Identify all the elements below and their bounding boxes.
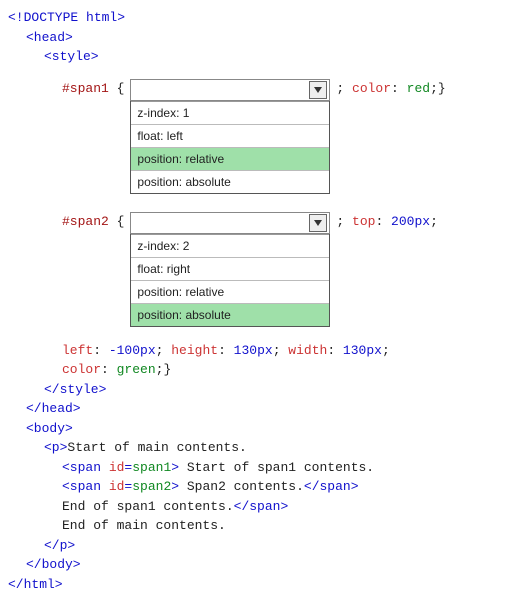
rule2-leading: #span2 { — [62, 212, 124, 232]
head-close: </head> — [8, 399, 519, 419]
rule2-continued: left: -100px; height: 130px; width: 130p… — [8, 341, 519, 361]
rule2-selector: #span2 — [62, 214, 109, 229]
span2-line: <span id=span2> Span2 contents.</span> — [8, 477, 519, 497]
rule2-continued-2: color: green;} — [8, 360, 519, 380]
rule1-row: #span1 { z-index: 1 float: left position… — [8, 79, 519, 196]
rule1-option[interactable]: z-index: 1 — [131, 101, 329, 124]
rule2-row: #span2 { z-index: 2 float: right positio… — [8, 212, 519, 329]
rule2-dropdown[interactable]: z-index: 2 float: right position: relati… — [130, 212, 330, 327]
dropdown-arrow-icon[interactable] — [309, 81, 327, 99]
rule2-selectbox[interactable] — [130, 212, 330, 234]
rule2-option[interactable]: z-index: 2 — [131, 234, 329, 257]
span1-open-line: <span id=span1> Start of span1 contents. — [8, 458, 519, 478]
head-open: <head> — [8, 28, 519, 48]
html-close: </html> — [8, 575, 519, 595]
code-view: <!DOCTYPE html> <head> <style> #span1 { … — [8, 8, 519, 594]
dropdown-arrow-icon[interactable] — [309, 214, 327, 232]
rule2-trailing: ; top: 200px; — [336, 212, 437, 232]
rule1-option-selected[interactable]: position: relative — [131, 147, 329, 170]
p-close: </p> — [8, 536, 519, 556]
end-main-line: End of main contents. — [8, 516, 519, 536]
rule1-leading: #span1 { — [62, 79, 124, 99]
style-close: </style> — [8, 380, 519, 400]
rule1-option[interactable]: float: left — [131, 124, 329, 147]
p-line: <p>Start of main contents. — [8, 438, 519, 458]
rule1-selector: #span1 — [62, 81, 109, 96]
rule2-option[interactable]: position: relative — [131, 280, 329, 303]
rule2-option[interactable]: float: right — [131, 257, 329, 280]
rule1-selectbox[interactable] — [130, 79, 330, 101]
rule1-dropdown[interactable]: z-index: 1 float: left position: relativ… — [130, 79, 330, 194]
body-open: <body> — [8, 419, 519, 439]
rule1-option[interactable]: position: absolute — [131, 170, 329, 193]
end-span1-line: End of span1 contents.</span> — [8, 497, 519, 517]
body-close: </body> — [8, 555, 519, 575]
rule2-options[interactable]: z-index: 2 float: right position: relati… — [130, 234, 330, 327]
rule1-options[interactable]: z-index: 1 float: left position: relativ… — [130, 101, 330, 194]
rule2-option-selected[interactable]: position: absolute — [131, 303, 329, 326]
style-open: <style> — [8, 47, 519, 67]
rule1-trailing: ; color: red;} — [336, 79, 445, 99]
doctype-line: <!DOCTYPE html> — [8, 8, 519, 28]
